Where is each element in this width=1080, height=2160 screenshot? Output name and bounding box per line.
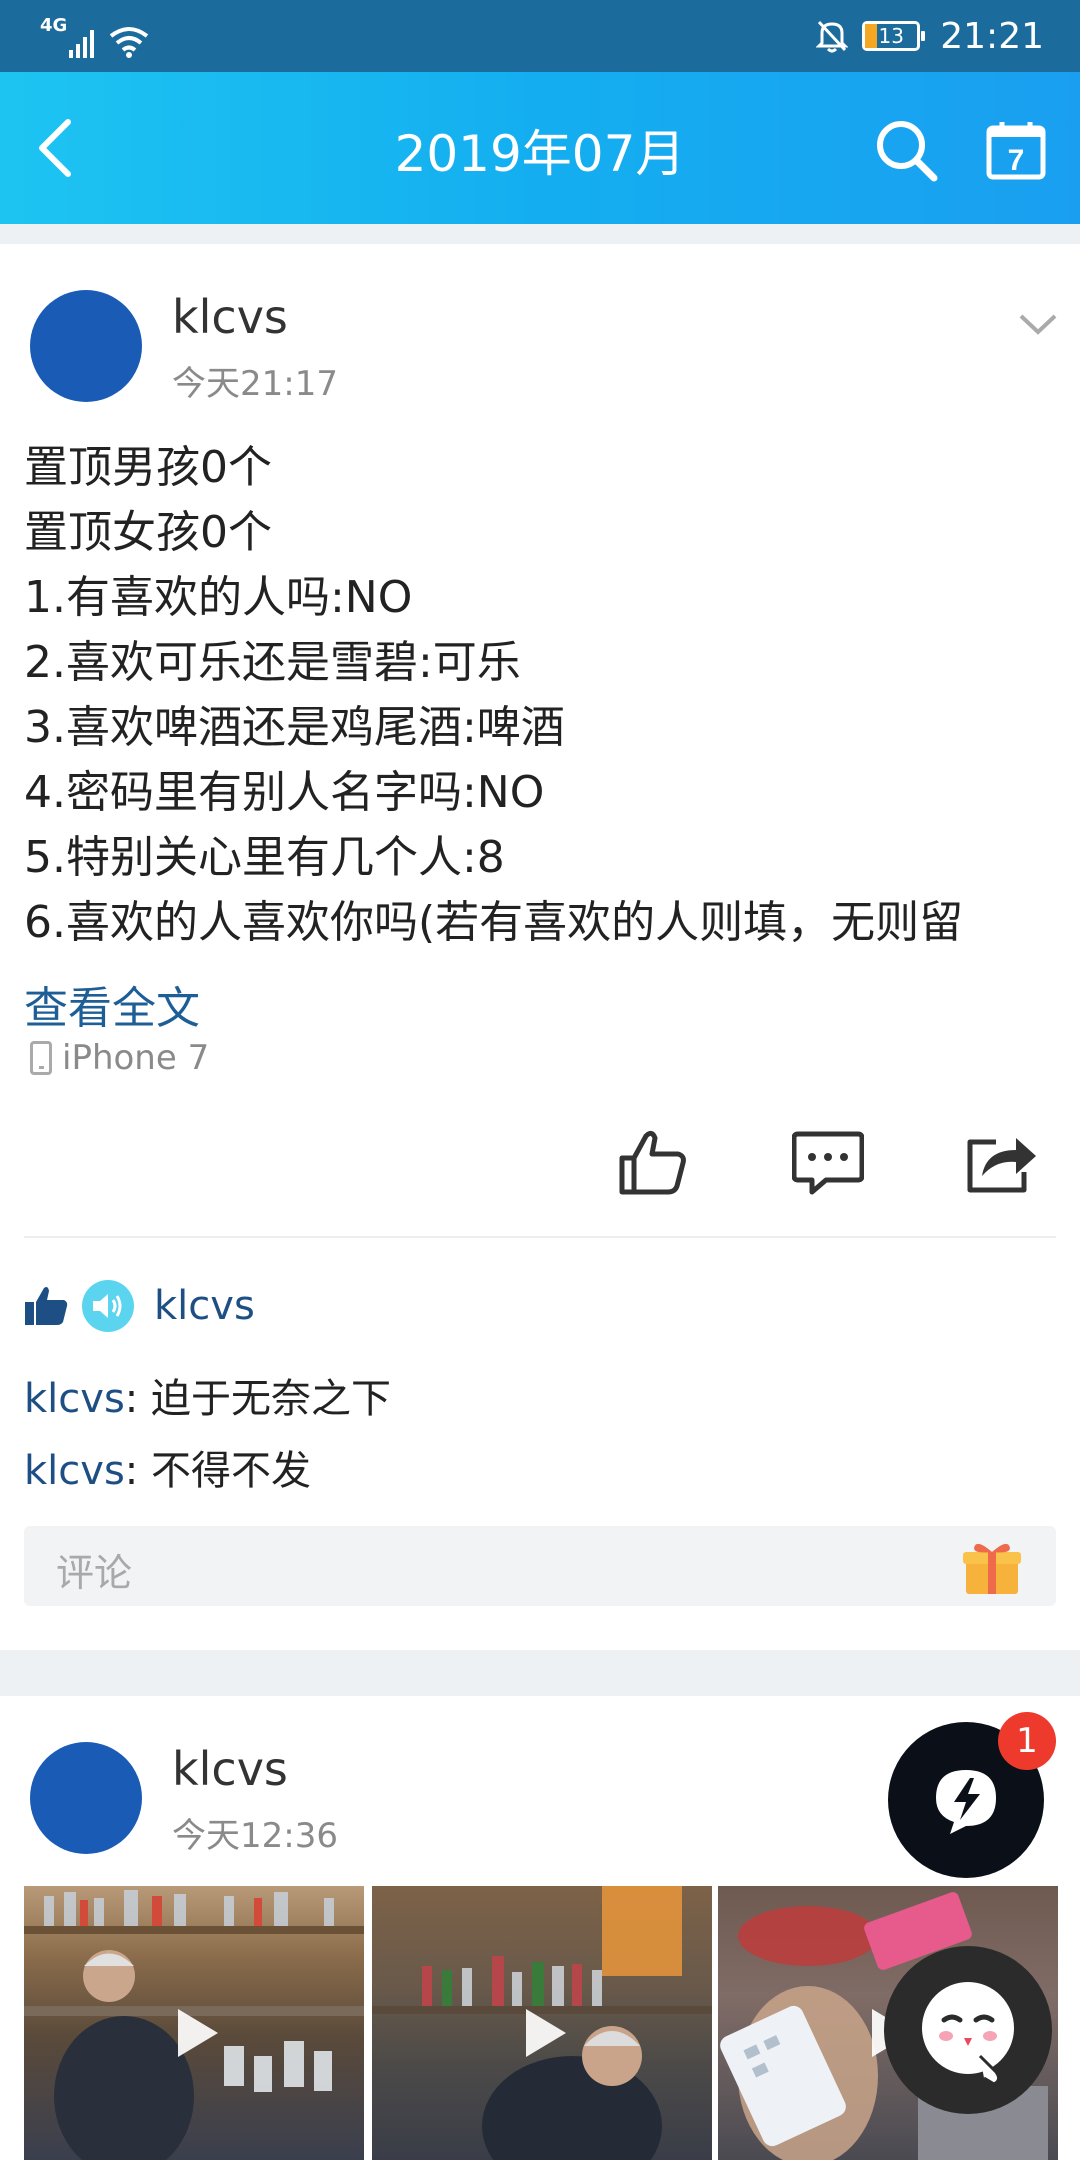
comment-author[interactable]: klcvs bbox=[24, 1376, 125, 1422]
play-icon[interactable] bbox=[512, 2003, 572, 2063]
comment-placeholder: 评论 bbox=[56, 1551, 133, 1595]
status-bar: 4G 13 21:21 bbox=[0, 0, 1080, 72]
play-icon[interactable] bbox=[164, 2003, 224, 2063]
post-time: 今天12:36 bbox=[172, 1816, 338, 1856]
post-line: 3.喜欢啤酒还是鸡尾酒:啤酒 bbox=[24, 702, 565, 753]
comment-item: klcvs: 迫于无奈之下 bbox=[24, 1366, 391, 1424]
post-time: 今天21:17 bbox=[172, 364, 338, 404]
assistant-button[interactable] bbox=[884, 1946, 1052, 2114]
phone-icon bbox=[30, 1041, 52, 1075]
calendar-icon[interactable]: 7 bbox=[986, 120, 1046, 180]
comment-icon[interactable] bbox=[792, 1130, 864, 1198]
post-line: 置顶男孩0个 bbox=[24, 442, 272, 493]
network-type: 4G bbox=[40, 15, 68, 36]
clock: 21:21 bbox=[940, 15, 1044, 57]
comment-separator: : bbox=[124, 1448, 151, 1494]
comment-input[interactable]: 评论 bbox=[24, 1526, 1056, 1606]
speaker-badge-icon bbox=[82, 1280, 134, 1332]
comment-author[interactable]: klcvs bbox=[24, 1448, 125, 1494]
comment-separator: : bbox=[124, 1376, 151, 1422]
post-line: 6.喜欢的人喜欢你吗(若有喜欢的人则填，无则留 bbox=[24, 897, 964, 948]
post-line: 2.喜欢可乐还是雪碧:可乐 bbox=[24, 637, 521, 688]
signal-area: 4G bbox=[40, 14, 149, 58]
post-line: 5.特别关心里有几个人:8 bbox=[24, 832, 505, 883]
post-line: 置顶女孩0个 bbox=[24, 507, 272, 558]
likes-row: klcvs bbox=[24, 1278, 255, 1334]
like-icon[interactable] bbox=[618, 1128, 690, 1196]
comment-item: klcvs: 不得不发 bbox=[24, 1438, 311, 1496]
chevron-down-icon[interactable] bbox=[1018, 312, 1058, 336]
device-label: iPhone 7 bbox=[30, 1038, 209, 1078]
video-thumbnail[interactable] bbox=[24, 1886, 364, 2160]
post-line: 4.密码里有别人名字吗:NO bbox=[24, 767, 545, 818]
share-icon[interactable] bbox=[966, 1128, 1038, 1196]
status-right: 13 21:21 bbox=[816, 0, 1044, 72]
comment-text: 迫于无奈之下 bbox=[150, 1376, 391, 1422]
liker-name[interactable]: klcvs bbox=[154, 1283, 255, 1329]
mute-bell-icon bbox=[816, 20, 849, 53]
gift-icon[interactable] bbox=[962, 1538, 1022, 1596]
post-content: 置顶男孩0个 置顶女孩0个 1.有喜欢的人吗:NO 2.喜欢可乐还是雪碧:可乐 … bbox=[24, 435, 1064, 955]
title-bar: 2019年07月 7 bbox=[0, 72, 1080, 224]
avatar[interactable] bbox=[30, 1742, 142, 1854]
wifi-icon bbox=[110, 27, 149, 58]
thumbs-up-icon bbox=[25, 1287, 68, 1325]
avatar[interactable] bbox=[30, 290, 142, 402]
search-icon[interactable] bbox=[874, 118, 938, 182]
read-more-link[interactable]: 查看全文 bbox=[24, 972, 200, 1036]
comment-text: 不得不发 bbox=[150, 1448, 311, 1494]
post-line: 1.有喜欢的人吗:NO bbox=[24, 572, 413, 623]
svg-text:7: 7 bbox=[1008, 144, 1025, 177]
post-username[interactable]: klcvs bbox=[172, 1742, 288, 1796]
device-name: iPhone 7 bbox=[62, 1038, 210, 1078]
battery-level: 13 bbox=[878, 24, 904, 48]
battery-icon: 13 bbox=[862, 21, 926, 51]
divider bbox=[24, 1236, 1056, 1238]
video-thumbnail[interactable] bbox=[372, 1886, 712, 2160]
notification-badge: 1 bbox=[998, 1712, 1056, 1770]
post-username[interactable]: klcvs bbox=[172, 290, 288, 344]
signal-icon bbox=[69, 30, 95, 58]
assistant-face-icon bbox=[922, 1982, 1014, 2086]
